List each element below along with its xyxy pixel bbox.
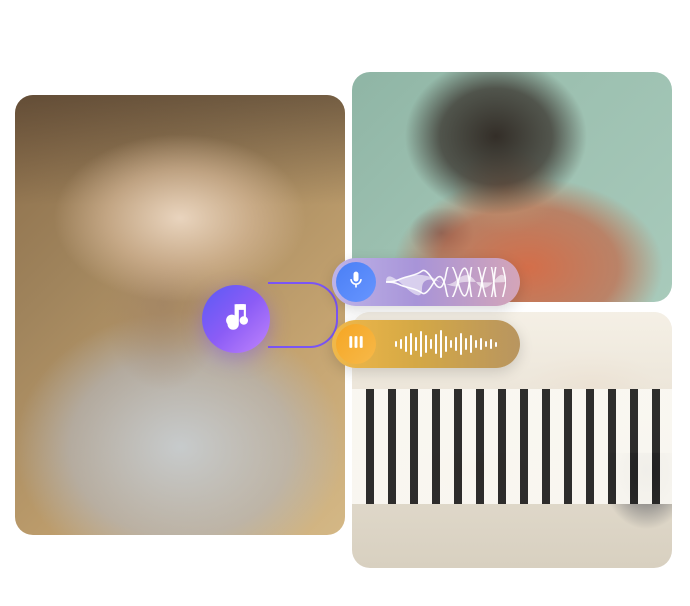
track-voice-icon-circle (336, 262, 376, 302)
track-pill-voice (332, 258, 520, 306)
instrument-waveform (376, 324, 516, 364)
track-instrument-icon-circle (336, 324, 376, 364)
photo-guitar-player (15, 95, 345, 535)
microphone-icon (346, 270, 366, 295)
music-source-node (202, 285, 270, 353)
voice-waveform (376, 262, 516, 302)
track-pill-instrument (332, 320, 520, 368)
collage-container (0, 0, 690, 606)
columns-icon (346, 332, 366, 357)
music-note-icon (219, 300, 253, 339)
